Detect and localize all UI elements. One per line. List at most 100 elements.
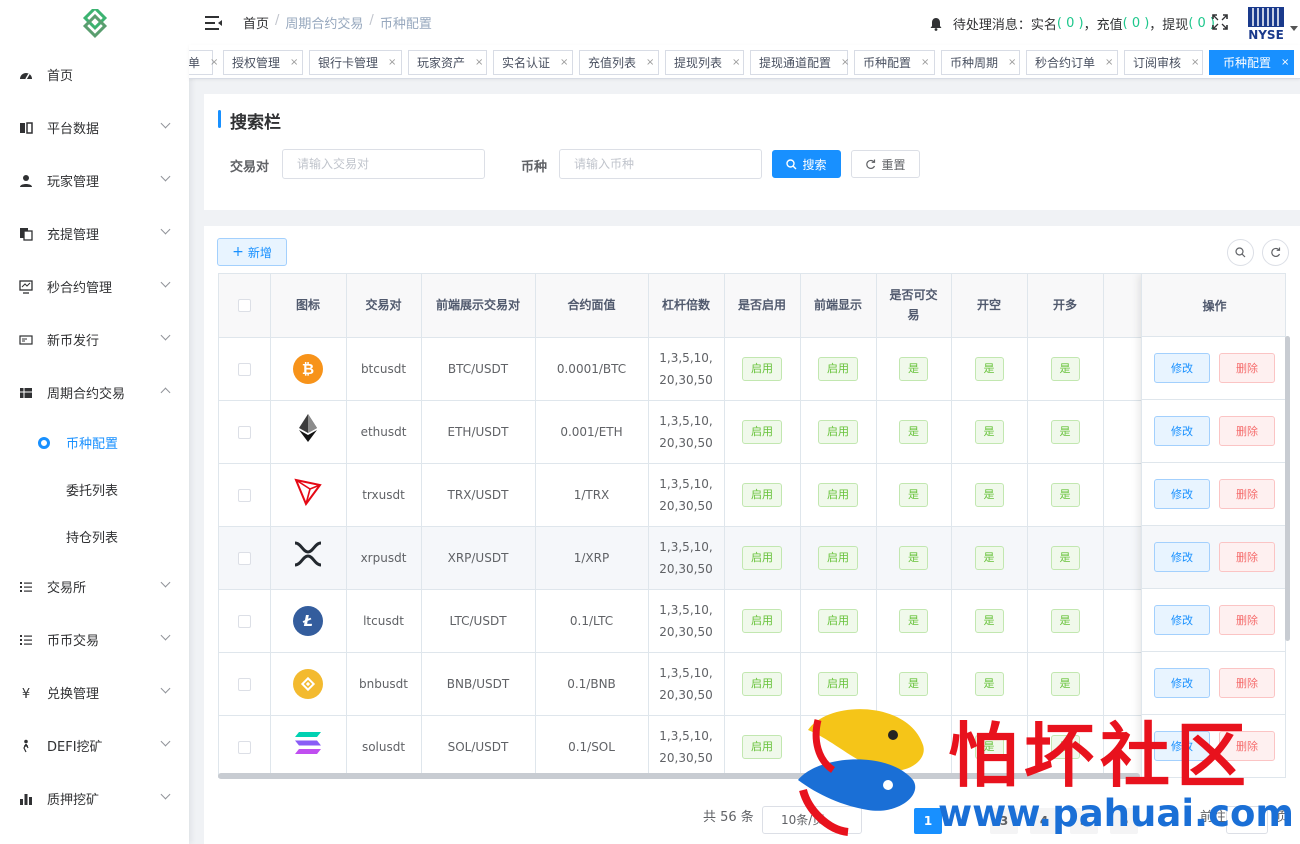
tag-6[interactable]: 提现列表 ×: [665, 50, 744, 75]
delete-button[interactable]: 删除: [1219, 353, 1275, 383]
face-value-cell: 0.001/ETH: [535, 400, 649, 464]
table-row[interactable]: Łltcusdt LTC/USDT 0.1/LTC 1,3,5,10, 20,30,50…: [219, 589, 1285, 653]
chevron-down-icon: [160, 118, 171, 129]
close-icon[interactable]: ×: [1105, 57, 1113, 68]
sidebar-item-top-4[interactable]: 秒合约管理: [0, 260, 189, 313]
tradable-cell: 是: [876, 589, 952, 653]
pair-label: 交易对: [230, 160, 270, 175]
app-logo[interactable]: [0, 0, 189, 48]
tag-9[interactable]: 币种周期 ×: [941, 50, 1020, 75]
sidebar-item-top-5[interactable]: 新币发行: [0, 313, 189, 366]
row-checkbox[interactable]: [237, 425, 251, 439]
table-row[interactable]: xrpusdt XRP/USDT 1/XRP 1,3,5,10, 20,30,50 启用 启…: [219, 526, 1285, 590]
avatar[interactable]: NYSE: [1246, 5, 1286, 42]
sidebar-item-bottom-0[interactable]: 交易所: [0, 560, 189, 613]
search-button-label: 搜索: [802, 157, 827, 172]
select-all-checkbox[interactable]: [237, 299, 251, 313]
pending-notice[interactable]: 待处理消息：实名 ( 0 ) ，充值 ( 0 ) ，提现 ( 0 ): [929, 14, 1215, 33]
tag-0[interactable]: 单 ×: [189, 50, 218, 75]
tag-1[interactable]: 授权管理 ×: [223, 50, 303, 75]
delete-button[interactable]: 删除: [1219, 542, 1275, 572]
edit-button[interactable]: 修改: [1154, 479, 1210, 509]
coin-icon-cell: [270, 400, 347, 464]
add-button[interactable]: + 新增: [217, 238, 287, 266]
close-icon[interactable]: ×: [210, 57, 218, 68]
row-checkbox[interactable]: [237, 740, 251, 754]
tag-12[interactable]: 币种配置 ×: [1209, 50, 1294, 75]
sidebar-item-top-3[interactable]: 充提管理: [0, 207, 189, 260]
close-icon[interactable]: ×: [1008, 57, 1016, 68]
sidebar-item-top-2[interactable]: 玩家管理: [0, 154, 189, 207]
row-checkbox[interactable]: [237, 614, 251, 628]
fullscreen-icon[interactable]: [1212, 14, 1228, 30]
table-row[interactable]: ethusdt ETH/USDT 0.001/ETH 1,3,5,10, 20,30,5…: [219, 400, 1285, 464]
user-walk-icon: [18, 738, 34, 754]
close-icon[interactable]: ×: [921, 57, 929, 68]
plus-icon: +: [232, 244, 244, 260]
delete-button[interactable]: 删除: [1219, 668, 1275, 698]
close-icon[interactable]: ×: [841, 57, 849, 68]
sidebar-item-bottom-4[interactable]: 质押挖矿: [0, 772, 189, 825]
tag-5[interactable]: 充值列表 ×: [579, 50, 659, 75]
sidebar-item-top-6[interactable]: 周期合约交易: [0, 366, 189, 419]
close-icon[interactable]: ×: [1191, 57, 1199, 68]
edit-button[interactable]: 修改: [1154, 416, 1210, 446]
sidebar-item-top-0[interactable]: 首页: [0, 48, 189, 101]
delete-button[interactable]: 删除: [1219, 605, 1275, 635]
coin-input[interactable]: [559, 149, 762, 179]
search-button[interactable]: 搜索: [772, 150, 841, 178]
pair-input[interactable]: [282, 149, 485, 179]
tag-11[interactable]: 订阅审核 ×: [1124, 50, 1203, 75]
delete-button[interactable]: 删除: [1219, 416, 1275, 446]
sidebar-subitem-0[interactable]: 币种配置: [0, 419, 189, 466]
row-checkbox[interactable]: [237, 488, 251, 502]
delete-button[interactable]: 删除: [1219, 479, 1275, 509]
close-icon[interactable]: ×: [388, 57, 396, 68]
edit-button[interactable]: 修改: [1154, 605, 1210, 635]
sidebar-item-bottom-2[interactable]: ¥ 兑换管理: [0, 666, 189, 719]
sidebar-item-bottom-3[interactable]: DEFI挖矿: [0, 719, 189, 772]
notice-recharge-label: ，充值: [1083, 18, 1123, 33]
sidebar-subitem-2[interactable]: 持仓列表: [0, 513, 189, 560]
edit-button[interactable]: 修改: [1154, 668, 1210, 698]
reset-button[interactable]: 重置: [851, 150, 920, 178]
close-icon[interactable]: ×: [732, 57, 740, 68]
breadcrumb-home[interactable]: 首页: [243, 13, 269, 32]
action-cell: 修改 删除: [1142, 400, 1285, 463]
caret-down-icon[interactable]: [1290, 26, 1298, 31]
sidebar-item-top-1[interactable]: 平台数据: [0, 101, 189, 154]
status-badge: 是: [899, 671, 928, 696]
row-checkbox[interactable]: [237, 362, 251, 376]
edit-button[interactable]: 修改: [1154, 353, 1210, 383]
yen-icon: ¥: [18, 685, 34, 701]
sidebar-item-bottom-1[interactable]: 币币交易: [0, 613, 189, 666]
sidebar-subitem-1[interactable]: 委托列表: [0, 466, 189, 513]
bnb-icon: [271, 668, 346, 699]
close-icon[interactable]: ×: [1281, 57, 1289, 68]
tag-10[interactable]: 秒合约订单 ×: [1026, 50, 1118, 75]
toggle-search-button[interactable]: [1227, 239, 1254, 266]
table-row[interactable]: trxusdt TRX/USDT 1/TRX 1,3,5,10, 20,30,50 启用 启…: [219, 463, 1285, 527]
status-badge: 是: [1050, 545, 1080, 570]
tag-8[interactable]: 币种配置 ×: [854, 50, 935, 75]
tag-3[interactable]: 玩家资产 ×: [408, 50, 487, 75]
tags-view: 单 × 授权管理 × 银行卡管理 × 玩家资产 × 实名认证 × 充值列表 × 提现列表 × 提现通道配置 ×…: [189, 45, 1300, 79]
refresh-button[interactable]: [1262, 239, 1289, 266]
row-checkbox[interactable]: [237, 551, 251, 565]
chevron-down-icon: [160, 736, 171, 747]
tag-2[interactable]: 银行卡管理 ×: [309, 50, 402, 75]
tag-4[interactable]: 实名认证 ×: [493, 50, 573, 75]
breadcrumb-section[interactable]: 周期合约交易: [285, 13, 363, 32]
vertical-scrollbar[interactable]: [1285, 336, 1290, 641]
hamburger-icon[interactable]: [205, 15, 223, 31]
table-row[interactable]: ₿ btcusdt BTC/USDT 0.0001/BTC 1,3,5,10, 20,30…: [219, 337, 1285, 401]
tag-7[interactable]: 提现通道配置 ×: [750, 50, 849, 75]
select-all-cell: [219, 274, 271, 338]
edit-button[interactable]: 修改: [1154, 542, 1210, 572]
row-checkbox[interactable]: [237, 677, 251, 691]
close-icon[interactable]: ×: [646, 57, 654, 68]
close-icon[interactable]: ×: [560, 57, 568, 68]
status-badge: 是: [1050, 671, 1080, 696]
close-icon[interactable]: ×: [475, 57, 483, 68]
close-icon[interactable]: ×: [290, 57, 298, 68]
